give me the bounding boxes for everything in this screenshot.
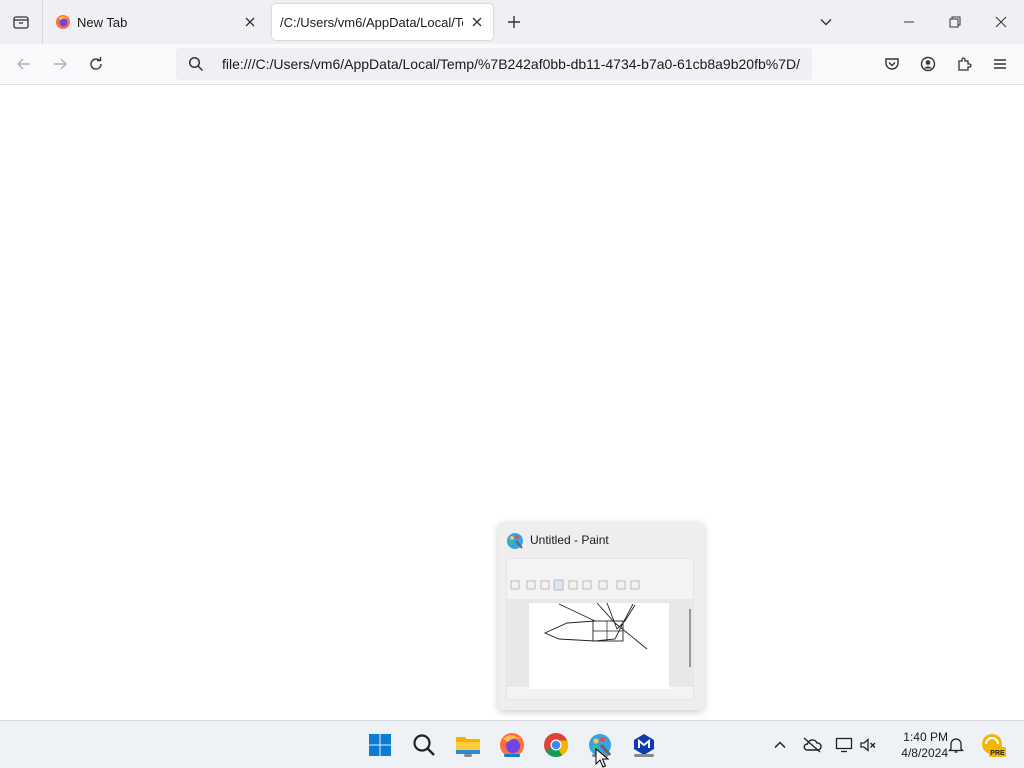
tab-strip: New Tab /C:/Users/vm6/AppData/Local/Temp… xyxy=(0,0,1024,44)
reload-button[interactable] xyxy=(82,50,110,78)
onedrive-icon xyxy=(803,737,822,753)
chrome-icon xyxy=(544,733,569,758)
paint-window-preview-image xyxy=(507,559,693,699)
pocket-icon xyxy=(885,58,899,70)
mouse-cursor-icon xyxy=(595,748,609,768)
windows-start-icon xyxy=(369,734,391,756)
account-icon xyxy=(920,56,936,72)
app-menu-button[interactable] xyxy=(986,50,1014,78)
start-button[interactable] xyxy=(364,729,396,761)
close-icon xyxy=(995,16,1007,28)
paint-icon xyxy=(507,533,523,549)
file-explorer-button[interactable] xyxy=(452,729,484,761)
chrome-taskbar-button[interactable] xyxy=(540,729,572,761)
pocket-button[interactable] xyxy=(878,50,906,78)
running-indicator xyxy=(634,754,654,757)
active-indicator xyxy=(504,754,520,757)
copilot-preview-button[interactable]: PRE xyxy=(980,732,1006,758)
thumbnail-title: Untitled - Paint xyxy=(530,533,609,547)
tab-new-tab[interactable]: New Tab xyxy=(48,4,266,40)
close-tab-button[interactable] xyxy=(469,14,485,30)
firefox-taskbar-button[interactable] xyxy=(496,729,528,761)
chevron-up-icon xyxy=(774,741,786,749)
url-input[interactable] xyxy=(222,48,808,80)
copilot-icon: PRE xyxy=(982,734,1006,757)
tab-list-button[interactable] xyxy=(0,0,42,44)
arrow-right-icon xyxy=(54,58,67,70)
taskbar-search-button[interactable] xyxy=(408,729,440,761)
minimize-button[interactable] xyxy=(886,0,932,44)
taskbar-thumbnail-preview[interactable]: Untitled - Paint xyxy=(498,522,704,710)
paint-window-preview xyxy=(506,558,694,700)
search-icon xyxy=(413,734,435,756)
tab-title: /C:/Users/vm6/AppData/Local/Temp/ xyxy=(280,14,463,30)
firefox-icon xyxy=(56,15,70,29)
extensions-button[interactable] xyxy=(950,50,978,78)
restore-icon xyxy=(949,16,961,28)
tab-list-icon xyxy=(13,16,29,29)
tab-title: New Tab xyxy=(77,14,128,30)
close-tab-button[interactable] xyxy=(242,14,258,30)
display-tray-button[interactable] xyxy=(834,735,854,755)
chevron-down-icon xyxy=(820,19,832,26)
volume-tray-button[interactable] xyxy=(858,735,878,755)
close-icon xyxy=(472,17,482,27)
puzzle-icon xyxy=(958,57,972,71)
taskbar: 1:40 PM 4/8/2024 PRE xyxy=(0,720,1024,768)
volume-muted-icon xyxy=(860,738,876,752)
window-close-button[interactable] xyxy=(978,0,1024,44)
address-bar[interactable] xyxy=(176,48,812,80)
navigation-toolbar xyxy=(0,44,1024,85)
list-all-tabs-button[interactable] xyxy=(814,10,838,34)
clock-date: 4/8/2024 xyxy=(901,746,948,760)
tab-temp-folder[interactable]: /C:/Users/vm6/AppData/Local/Temp/ xyxy=(272,4,493,40)
arrow-left-icon xyxy=(17,58,30,70)
tab-separator xyxy=(42,0,43,44)
system-clock[interactable]: 1:40 PM 4/8/2024 xyxy=(886,729,948,761)
hamburger-menu-icon xyxy=(994,59,1006,69)
onedrive-tray-button[interactable] xyxy=(802,735,822,755)
minimize-icon xyxy=(904,21,914,23)
bell-icon xyxy=(948,738,964,753)
reload-icon xyxy=(90,57,102,70)
notifications-button[interactable] xyxy=(946,735,966,755)
clock-time: 1:40 PM xyxy=(903,730,948,744)
close-icon xyxy=(245,17,255,27)
show-hidden-icons-button[interactable] xyxy=(770,735,790,755)
back-button[interactable] xyxy=(10,50,38,78)
search-icon xyxy=(188,56,204,72)
malwarebytes-taskbar-button[interactable] xyxy=(628,729,660,761)
display-icon xyxy=(835,737,853,753)
account-button[interactable] xyxy=(914,50,942,78)
new-tab-button[interactable] xyxy=(502,10,526,34)
running-indicator xyxy=(464,754,472,757)
preview-badge: PRE xyxy=(990,750,1005,757)
restore-button[interactable] xyxy=(932,0,978,44)
forward-button[interactable] xyxy=(46,50,74,78)
plus-icon xyxy=(508,16,520,28)
